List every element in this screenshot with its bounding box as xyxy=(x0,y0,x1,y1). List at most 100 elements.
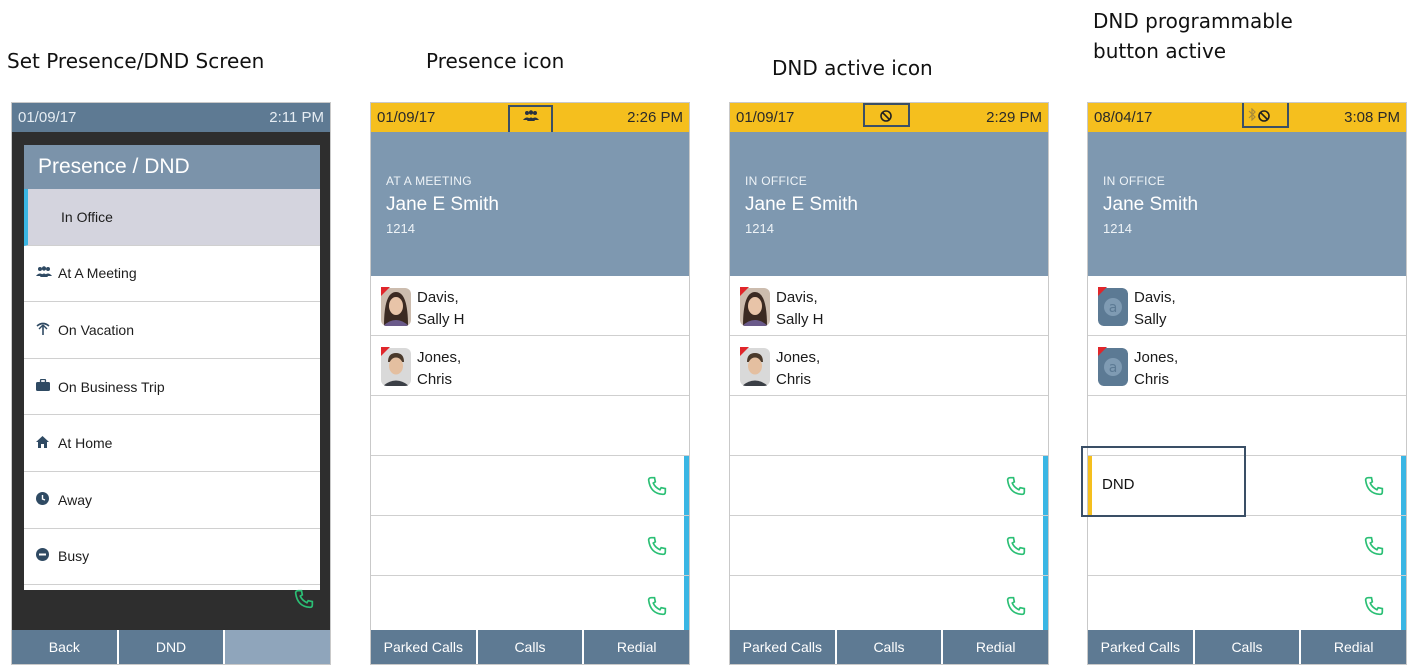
status-time: 2:29 PM xyxy=(986,109,1042,126)
contact-row[interactable]: Davis, Sally H xyxy=(730,276,1048,336)
softkey-redial[interactable]: Redial xyxy=(584,630,689,664)
presence-option-on-business-trip[interactable]: On Business Trip xyxy=(24,359,320,416)
softkey-calls[interactable]: Calls xyxy=(836,630,942,664)
caption-dnd-active-icon: DND active icon xyxy=(772,56,933,80)
caption-dnd-button-line1: DND programmable xyxy=(1093,9,1293,33)
line-accent xyxy=(684,456,689,515)
presence-option-in-office[interactable]: In Office xyxy=(24,189,320,246)
presence-dnd-dialog: Presence / DND In Office At A Meeting On… xyxy=(24,145,320,590)
line-accent xyxy=(1043,456,1048,515)
presence-flag xyxy=(740,287,749,296)
presence-option-label: In Office xyxy=(61,208,113,225)
contact-row[interactable]: Jones, Chris xyxy=(371,336,689,396)
highlight-box xyxy=(1242,103,1289,128)
phone-icon xyxy=(647,476,667,501)
phone-icon xyxy=(1364,596,1384,621)
softkey-parked-calls[interactable]: Parked Calls xyxy=(1088,630,1193,664)
softkey-blank[interactable] xyxy=(225,630,330,664)
contact-row[interactable]: Jones, Chris xyxy=(730,336,1048,396)
user-name: Jane E Smith xyxy=(386,194,499,215)
presence-option-busy[interactable]: Busy xyxy=(24,529,320,586)
presence-option-at-a-meeting[interactable]: At A Meeting xyxy=(24,246,320,303)
contact-last-name: Davis, xyxy=(1134,289,1176,306)
line-key-row[interactable] xyxy=(1088,576,1406,633)
line-key-row[interactable] xyxy=(730,456,1048,516)
presence-flag xyxy=(381,347,390,356)
line-accent xyxy=(1043,576,1048,633)
user-name: Jane E Smith xyxy=(745,194,858,215)
softkey-parked-calls[interactable]: Parked Calls xyxy=(730,630,835,664)
presence-flag xyxy=(1098,347,1107,356)
status-date: 01/09/17 xyxy=(18,109,77,126)
softkey-calls[interactable]: Calls xyxy=(1194,630,1300,664)
softkey-redial[interactable]: Redial xyxy=(943,630,1048,664)
phone-icon xyxy=(1364,536,1384,561)
contact-last-name: Davis, xyxy=(417,289,459,306)
home-icon xyxy=(36,435,58,451)
phone-icon xyxy=(1006,476,1026,501)
line-accent xyxy=(684,576,689,633)
status-date: 01/09/17 xyxy=(736,109,795,126)
softkey-bar: Parked Calls Calls Redial xyxy=(1088,630,1406,664)
line-accent xyxy=(1401,516,1406,575)
user-extension: 1214 xyxy=(386,221,415,236)
presence-flag xyxy=(740,347,749,356)
contact-first-name: Sally H xyxy=(417,311,465,328)
contact-last-name: Jones, xyxy=(417,349,462,366)
softkey-back[interactable]: Back xyxy=(12,630,117,664)
presence-flag xyxy=(1098,287,1107,296)
empty-row[interactable] xyxy=(371,396,689,456)
status-bar: 01/09/17 2:11 PM xyxy=(12,103,330,132)
contact-first-name: Chris xyxy=(417,371,453,388)
line-key-row[interactable] xyxy=(371,456,689,516)
line-accent xyxy=(1401,456,1406,515)
line-key-row[interactable] xyxy=(1088,516,1406,576)
phone-icon xyxy=(1364,476,1384,501)
line-key-row[interactable] xyxy=(371,516,689,576)
softkey-bar: Parked Calls Calls Redial xyxy=(730,630,1048,664)
phone-screen-presence-dnd: 01/09/17 2:11 PM Presence / DND In Offic… xyxy=(11,102,331,665)
status-time: 3:08 PM xyxy=(1344,109,1400,126)
phone-screen-presence-icon: 01/09/17 2:26 PM AT A MEETING Jane E Smi… xyxy=(370,102,690,665)
caption-presence-icon: Presence icon xyxy=(426,49,565,73)
contact-first-name: Sally H xyxy=(776,311,824,328)
softkey-redial[interactable]: Redial xyxy=(1301,630,1406,664)
phone-screen-dnd-button: 08/04/17 3:08 PM IN OFFICE Jane Smith 12… xyxy=(1087,102,1407,665)
svg-text:a: a xyxy=(1109,360,1118,376)
status-date: 08/04/17 xyxy=(1094,109,1153,126)
contact-row[interactable]: a Davis, Sally xyxy=(1088,276,1406,336)
minus-circle-icon xyxy=(36,548,58,564)
softkey-bar: Back DND xyxy=(12,630,330,664)
presence-status: IN OFFICE xyxy=(745,174,808,188)
softkey-calls[interactable]: Calls xyxy=(477,630,583,664)
contact-row[interactable]: a Jones, Chris xyxy=(1088,336,1406,396)
presence-option-label: At A Meeting xyxy=(58,265,137,282)
line-key-row[interactable] xyxy=(371,576,689,633)
line-key-row[interactable] xyxy=(730,576,1048,633)
softkey-dnd[interactable]: DND xyxy=(118,630,224,664)
dialog-title: Presence / DND xyxy=(24,145,320,189)
phone-icon xyxy=(647,596,667,621)
people-icon xyxy=(36,266,58,281)
phone-icon xyxy=(294,589,314,614)
contact-first-name: Chris xyxy=(776,371,812,388)
user-header: IN OFFICE Jane Smith 1214 xyxy=(1088,132,1406,276)
contact-row[interactable]: Davis, Sally H xyxy=(371,276,689,336)
presence-status: AT A MEETING xyxy=(386,174,472,188)
caption-set-presence-dnd: Set Presence/DND Screen xyxy=(7,49,265,73)
softkey-parked-calls[interactable]: Parked Calls xyxy=(371,630,476,664)
presence-option-on-vacation[interactable]: On Vacation xyxy=(24,302,320,359)
user-extension: 1214 xyxy=(1103,221,1132,236)
presence-option-at-home[interactable]: At Home xyxy=(24,415,320,472)
line-key-row[interactable] xyxy=(730,516,1048,576)
empty-row[interactable] xyxy=(730,396,1048,456)
presence-option-label: At Home xyxy=(58,435,113,452)
presence-flag xyxy=(381,287,390,296)
status-date: 01/09/17 xyxy=(377,109,436,126)
contact-last-name: Jones, xyxy=(776,349,821,366)
presence-option-label: Away xyxy=(58,491,92,508)
presence-option-label: On Vacation xyxy=(58,321,135,338)
presence-option-away[interactable]: Away xyxy=(24,472,320,529)
caption-dnd-button-line2: button active xyxy=(1093,39,1227,63)
phone-screen-dnd-active: 01/09/17 2:29 PM IN OFFICE Jane E Smith … xyxy=(729,102,1049,665)
